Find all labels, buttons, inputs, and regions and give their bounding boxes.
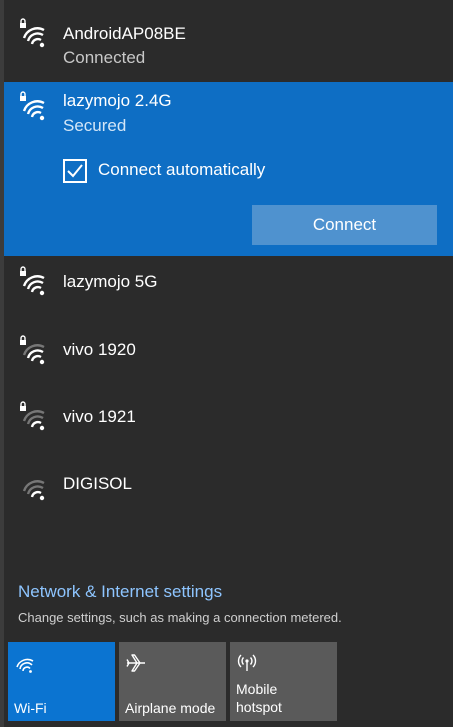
network-name: DIGISOL (63, 474, 132, 493)
hotspot-tile-label: Mobile hotspot (236, 680, 282, 716)
network-settings-description: Change settings, such as making a connec… (18, 610, 342, 625)
wifi-secured-full-icon (20, 266, 45, 296)
airplane-icon (126, 654, 145, 672)
network-item-lazymojo-2-4g[interactable]: lazymojo 2.4G Secured Connect automatica… (4, 82, 453, 256)
wifi-icon (16, 658, 34, 673)
network-name: AndroidAP08BE (63, 24, 186, 43)
wifi-secured-full-icon (20, 91, 45, 121)
connect-automatically-checkbox[interactable] (63, 159, 87, 183)
wifi-secured-low-icon (20, 401, 45, 431)
network-item-digisol[interactable]: DIGISOL (4, 457, 453, 524)
airplane-tile-label: Airplane mode (125, 700, 216, 716)
network-item-vivo-1920[interactable]: vivo 1920 (4, 323, 453, 390)
wifi-tile-label: Wi-Fi (14, 700, 47, 716)
checkmark-icon (67, 164, 83, 178)
network-name: lazymojo 5G (63, 272, 158, 291)
network-internet-settings-link[interactable]: Network & Internet settings (18, 582, 222, 602)
wifi-toggle-tile[interactable]: Wi-Fi (8, 642, 115, 721)
hotspot-label-line1: Mobile (236, 681, 278, 697)
airplane-mode-tile[interactable]: Airplane mode (119, 642, 226, 721)
wifi-secured-full-icon (20, 18, 45, 48)
wifi-secured-medium-icon (20, 335, 45, 365)
hotspot-label-line2: hotspot (236, 699, 282, 715)
network-status: Secured (63, 116, 127, 135)
network-item-androidap08be[interactable]: AndroidAP08BE Connected (4, 0, 453, 82)
network-flyout: AndroidAP08BE Connected lazymojo 2.4G Se… (4, 0, 453, 727)
network-item-lazymojo-5g[interactable]: lazymojo 5G (4, 256, 453, 323)
hotspot-icon (237, 654, 257, 671)
connect-button[interactable]: Connect (252, 205, 437, 245)
network-item-vivo-1921[interactable]: vivo 1921 (4, 390, 453, 457)
connect-automatically-label[interactable]: Connect automatically (98, 160, 265, 180)
network-status: Connected (63, 48, 146, 67)
network-name: vivo 1920 (63, 340, 136, 359)
network-name: vivo 1921 (63, 407, 136, 426)
mobile-hotspot-tile[interactable]: Mobile hotspot (230, 642, 337, 721)
network-name: lazymojo 2.4G (63, 91, 172, 110)
wifi-open-low-icon (22, 480, 45, 501)
